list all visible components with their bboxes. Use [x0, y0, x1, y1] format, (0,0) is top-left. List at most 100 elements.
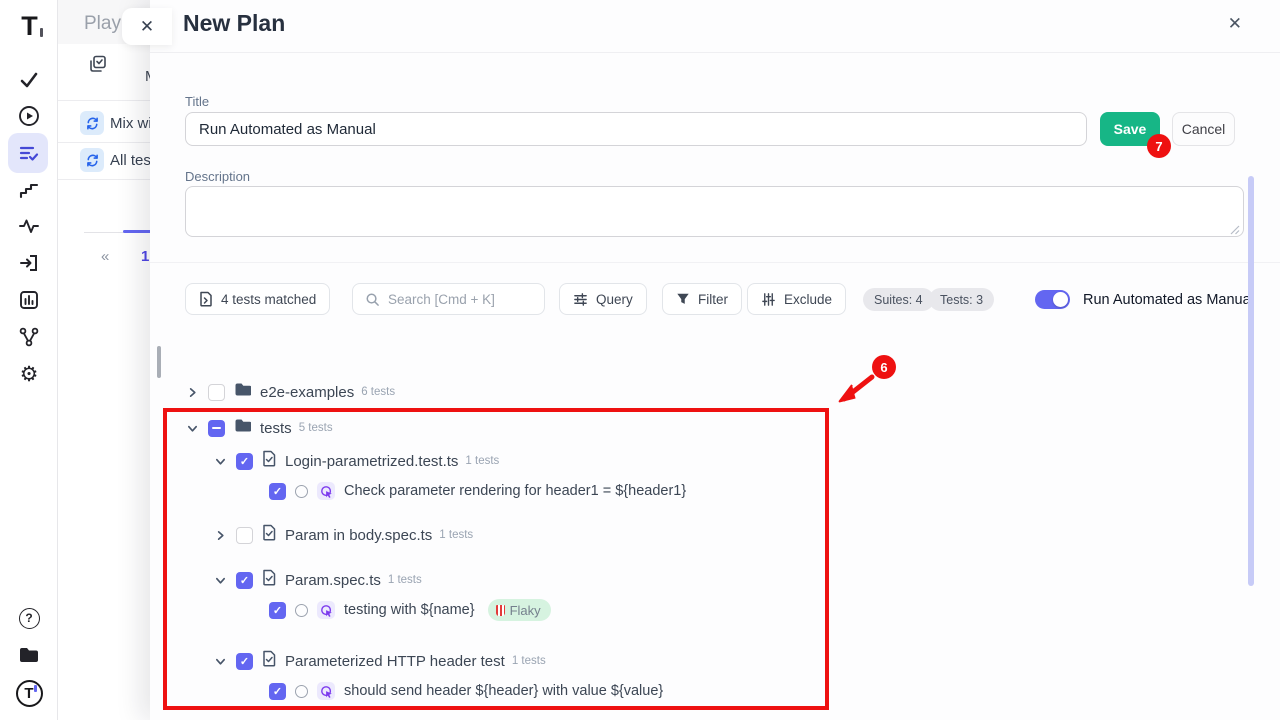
checkbox-checked[interactable] [269, 683, 286, 700]
filter-button[interactable]: Filter [662, 283, 742, 315]
bar-chart-icon[interactable] [0, 282, 58, 318]
checkbox-checked[interactable] [236, 653, 253, 670]
test-status-circle-icon [295, 604, 308, 617]
file-arrow-icon [199, 291, 213, 307]
tree-row-test[interactable]: should send header ${header} with value … [269, 679, 663, 703]
pagination-prev[interactable]: « [101, 248, 109, 265]
file-test-count: 1 tests [439, 529, 473, 541]
tree-row-suite[interactable]: e2e-examples 6 tests [186, 380, 395, 404]
login-icon[interactable] [0, 245, 58, 281]
checkbox-checked[interactable] [236, 453, 253, 470]
help-icon[interactable]: ? [0, 600, 58, 636]
sidebar: T ⚙ ? [0, 0, 58, 720]
chevron-down-icon[interactable] [186, 422, 199, 435]
pagination-page-1[interactable]: 1 [141, 248, 149, 265]
divider [58, 142, 158, 143]
tree-row-test[interactable]: testing with ${name} Flaky [269, 598, 551, 622]
resize-grip-icon[interactable] [1230, 222, 1240, 240]
divider [84, 232, 124, 233]
filter-label: Filter [698, 292, 728, 307]
run-automated-as-manual-toggle[interactable] [1035, 290, 1070, 309]
background-list-item[interactable]: All tes [110, 152, 151, 169]
divider [150, 52, 1280, 53]
file-check-icon [262, 569, 276, 591]
test-name: Check parameter rendering for header1 = … [344, 483, 686, 499]
suites-count-badge: Suites: 4 [863, 288, 934, 311]
tree-row-file[interactable]: Login-parametrized.test.ts 1 tests [214, 449, 499, 473]
new-plan-drawer: New Plan ✕ Title Save 7 Cancel Descripti… [150, 0, 1280, 720]
description-textarea[interactable] [185, 186, 1244, 237]
chevron-down-icon[interactable] [214, 655, 227, 668]
cancel-button[interactable]: Cancel [1172, 112, 1235, 146]
flaky-badge: Flaky [488, 599, 551, 621]
app-root: T ⚙ ? [0, 0, 1280, 720]
test-name: should send header ${header} with value … [344, 683, 663, 699]
tests-count-badge: Tests: 3 [929, 288, 994, 311]
account-avatar[interactable]: T [0, 675, 58, 711]
checkbox-checked[interactable] [269, 602, 286, 619]
test-status-circle-icon [295, 685, 308, 698]
tree-row-file[interactable]: Param in body.spec.ts 1 tests [214, 523, 473, 547]
test-status-circle-icon [295, 485, 308, 498]
chevron-down-icon[interactable] [214, 574, 227, 587]
search-input[interactable] [388, 292, 528, 307]
clipboard-check-icon [89, 55, 107, 78]
tests-matched-label: 4 tests matched [221, 292, 316, 307]
folder-icon [234, 382, 251, 402]
runs-list-check-icon[interactable] [0, 135, 58, 171]
search-box[interactable] [352, 283, 545, 315]
file-test-count: 1 tests [465, 455, 499, 467]
tree-row-file[interactable]: Param.spec.ts 1 tests [214, 568, 422, 592]
checkbox-indeterminate[interactable] [208, 420, 225, 437]
tree-row-suite[interactable]: tests 5 tests [186, 416, 333, 440]
file-test-count: 1 tests [512, 655, 546, 667]
branch-icon[interactable] [0, 319, 58, 355]
divider [58, 179, 158, 180]
description-field-label: Description [185, 169, 250, 184]
projects-folder-icon[interactable] [0, 637, 58, 673]
steps-icon[interactable] [0, 172, 58, 208]
test-name: testing with ${name} [344, 602, 475, 618]
app-logo[interactable]: T [0, 8, 58, 44]
settings-gear-icon[interactable]: ⚙ [0, 356, 58, 392]
flaky-badge-label: Flaky [510, 603, 541, 618]
sync-icon [80, 111, 104, 135]
suite-name: tests [260, 420, 292, 437]
query-button[interactable]: Query [559, 283, 647, 315]
automated-test-icon [317, 601, 335, 619]
title-input[interactable] [185, 112, 1087, 146]
sync-icon [80, 148, 104, 172]
tree-row-file[interactable]: Parameterized HTTP header test 1 tests [214, 649, 546, 673]
suite-test-count: 6 tests [361, 386, 395, 398]
checkbox-checked[interactable] [236, 572, 253, 589]
checkbox-checked[interactable] [269, 483, 286, 500]
divider [58, 100, 158, 101]
exclude-button[interactable]: Exclude [747, 283, 846, 315]
background-dialog-close-button[interactable]: ✕ [122, 8, 172, 45]
close-icon: ✕ [140, 17, 154, 37]
tree-row-test[interactable]: Check parameter rendering for header1 = … [269, 479, 686, 503]
automated-test-icon [317, 682, 335, 700]
toggle-knob [1053, 292, 1068, 307]
scrollbar-thumb[interactable] [1248, 176, 1254, 586]
filter-funnel-icon [676, 292, 690, 306]
play-circle-icon[interactable] [0, 98, 58, 134]
file-name: Param in body.spec.ts [285, 527, 432, 544]
sliders-horizontal-icon [573, 292, 588, 307]
chevron-right-icon[interactable] [186, 386, 199, 399]
logo-t-icon: T [21, 11, 37, 42]
background-list-item[interactable]: Mix wi [110, 115, 152, 132]
tests-matched-button[interactable]: 4 tests matched [185, 283, 330, 315]
pulse-icon[interactable] [0, 208, 58, 244]
avatar-letter: T [24, 685, 33, 702]
drawer-resize-handle[interactable] [157, 346, 161, 378]
checkbox-unchecked[interactable] [208, 384, 225, 401]
chevron-right-icon[interactable] [214, 529, 227, 542]
drawer-close-button[interactable]: ✕ [1228, 14, 1242, 34]
checkbox-unchecked[interactable] [236, 527, 253, 544]
suite-name: e2e-examples [260, 384, 354, 401]
folder-icon [234, 418, 251, 438]
chevron-down-icon[interactable] [214, 455, 227, 468]
tests-check-icon[interactable] [0, 62, 58, 98]
file-name: Param.spec.ts [285, 572, 381, 589]
